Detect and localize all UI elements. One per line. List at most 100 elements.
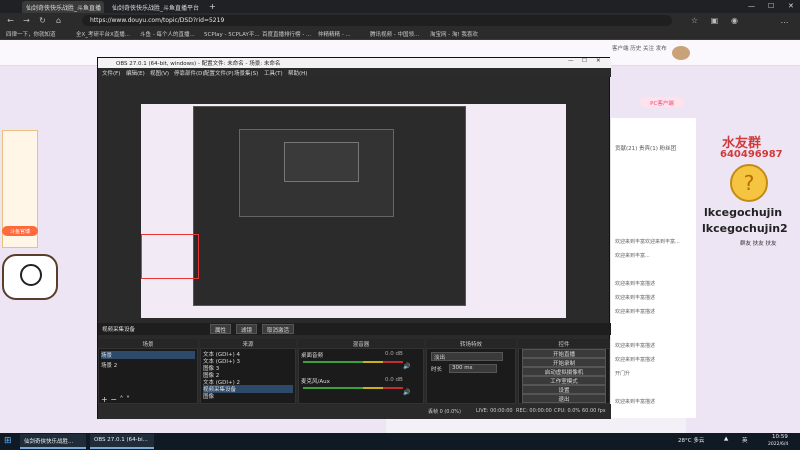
refresh-icon[interactable]: ↻ (38, 16, 47, 25)
chat-message: 欢迎来到丰富描述 (615, 295, 656, 301)
header-link[interactable]: 历史 (630, 46, 641, 52)
menu-profile[interactable]: 配置文件(P) (204, 69, 234, 77)
duration-input[interactable]: 300 ms (449, 364, 497, 373)
sources-dock: 文本 (GDI+) 4 文本 (GDI+) 3 图像 3 图像 2 文本 (GD… (200, 348, 296, 404)
transition-select[interactable]: 淡出 (431, 352, 503, 361)
favorite-link[interactable]: 四律一下，你就知道 (6, 30, 56, 38)
chat-tab[interactable]: 贵宾(1) (639, 146, 658, 152)
handle-text: lkcegochujin2 (702, 222, 788, 235)
rec-time: REC: 00:00:00 (516, 408, 552, 414)
minimize-icon[interactable]: — (568, 58, 574, 64)
windows-start-icon[interactable]: ⊞ (4, 436, 12, 446)
add-scene-icon[interactable]: + − ˄ ˅ (101, 395, 130, 404)
browser-tab[interactable]: 仙剑奇侠快乐战胜_斗鱼直播平台 (108, 1, 202, 13)
track-volume: 0.0 dB (385, 351, 403, 357)
chat-tabs: 贡献(21) 贵宾(1) 粉丝团 (615, 144, 676, 152)
chat-panel: 贡献(21) 贵宾(1) 粉丝团 欢迎来到丰富欢迎来到丰富... 欢迎来到丰富.… (610, 118, 696, 418)
taskbar-edge-app[interactable]: 仙剑奇侠快乐战胜... (20, 434, 86, 449)
transitions-dock-header: 转场特效 (426, 339, 516, 348)
speaker-icon[interactable]: 🔊 (403, 363, 410, 370)
favorite-link[interactable]: 全X_考研平台X直播... (76, 30, 130, 38)
favorite-link[interactable]: 仲精精精 - ... (318, 30, 351, 38)
header-link[interactable]: 客户端 (612, 46, 629, 52)
back-icon[interactable]: ← (6, 16, 15, 25)
favorites-icon[interactable]: ☆ (690, 16, 699, 25)
studio-mode-button[interactable]: 工作室模式 (522, 376, 606, 385)
menu-edit[interactable]: 编辑(E) (126, 69, 145, 77)
taskbar-obs-app[interactable]: OBS 27.0.1 (64-bi... (90, 434, 154, 449)
header-link[interactable]: 关注 (643, 46, 654, 52)
obs-title: OBS 27.0.1 (64-bit, windows) - 配置文件: 未命名… (116, 61, 281, 67)
network-icon[interactable]: ▲ (724, 436, 728, 442)
right-overlay-deco: 水友群 640496987 ? lkcegochujin lkcegochuji… (700, 118, 800, 258)
mixer-dock: 桌面音频 0.0 dB 🔊 麦克风/Aux 0.0 dB 🔊 (298, 348, 424, 404)
source-item[interactable]: 图像 (203, 392, 214, 400)
more-icon[interactable]: … (780, 16, 789, 25)
favorite-link[interactable]: 斗鱼 - 每个人的直播... (140, 30, 195, 38)
pc-client-label: PC客户端 (650, 101, 674, 107)
profile-icon[interactable]: ◉ (730, 16, 739, 25)
maximize-icon[interactable]: ☐ (582, 58, 587, 64)
minimize-icon[interactable]: — (744, 0, 759, 12)
new-tab-icon[interactable]: + (205, 0, 215, 12)
button-label: 取消激活 (267, 328, 290, 334)
start-recording-button[interactable]: 开始录制 (522, 358, 606, 367)
gold-coin-icon: ? (730, 164, 768, 202)
favorite-link[interactable]: 淘宝网 - 淘! 我喜欢 (430, 30, 478, 38)
obs-menu-bar: 文件(F) 编辑(E) 视图(V) 停靠部件(D) 配置文件(P) 场景集(S)… (98, 68, 611, 77)
exit-button[interactable]: 退出 (522, 394, 606, 403)
mixer-track-name: 桌面音频 (301, 351, 323, 359)
weather-widget[interactable]: 28°C 多云 (678, 436, 704, 444)
scene-item[interactable]: 场景 (101, 351, 195, 359)
properties-button[interactable]: 属性 (210, 324, 232, 334)
deactivate-button[interactable]: 取消激活 (262, 324, 295, 334)
favorite-link[interactable]: 百度直播排行榜 - ... (262, 30, 311, 38)
speaker-icon[interactable]: 🔊 (403, 389, 410, 396)
badge: 斗鱼官博 (2, 226, 38, 236)
menu-help[interactable]: 帮助(H) (288, 69, 307, 77)
settings-button[interactable]: 设置 (522, 385, 606, 394)
home-icon[interactable]: ⌂ (54, 16, 63, 25)
input-language[interactable]: 英 (742, 436, 748, 444)
favorite-link[interactable]: 5CPlay - 5CPLAY平... (204, 30, 260, 38)
nested-preview-1 (193, 106, 466, 306)
clock-date[interactable]: 2022/6/4 (768, 442, 788, 447)
obs-window: OBS 27.0.1 (64-bit, windows) - 配置文件: 未命名… (97, 57, 611, 419)
source-item-selected[interactable]: 视频采集设备 (203, 385, 293, 393)
menu-scene-collection[interactable]: 场景集(S) (234, 69, 258, 77)
chat-tab[interactable]: 贡献(21) (615, 146, 637, 152)
selected-source-box[interactable] (141, 234, 199, 279)
start-virtual-camera-button[interactable]: 启动虚拟摄像机 (522, 367, 606, 376)
browser-tab-active[interactable]: 仙剑奇侠快乐战胜_斗鱼直播 (22, 1, 104, 13)
close-icon[interactable]: ✕ (784, 0, 798, 12)
favorite-link[interactable]: 腾讯视频 - 中国领... (370, 30, 419, 38)
pc-client-button[interactable]: PC客户端 (640, 97, 684, 107)
tab-label: 仙剑奇侠快乐战胜_斗鱼直播平台 (112, 5, 200, 12)
collections-icon[interactable]: ▣ (710, 16, 719, 25)
menu-docks[interactable]: 停靠部件(D) (174, 69, 205, 77)
menu-view[interactable]: 视图(V) (150, 69, 169, 77)
menu-tools[interactable]: 工具(T) (264, 69, 283, 77)
obs-preview[interactable] (141, 104, 566, 318)
screen: 仙剑奇侠快乐战胜_斗鱼直播 仙剑奇侠快乐战胜_斗鱼直播平台 + — ☐ ✕ ← … (0, 0, 800, 450)
avatar[interactable] (672, 46, 690, 60)
scene-label: 场景 2 (101, 363, 118, 369)
header-link[interactable]: 发布 (656, 46, 667, 52)
chat-message: 欢迎来到丰富描述 (615, 343, 656, 349)
task-label: 仙剑奇侠快乐战胜... (24, 439, 74, 445)
forward-icon[interactable]: → (22, 16, 31, 25)
scene-item[interactable]: 场景 2 (101, 361, 117, 369)
start-streaming-button[interactable]: 开始直播 (522, 349, 606, 358)
menu-file[interactable]: 文件(F) (102, 69, 120, 77)
taskbar: ⊞ 仙剑奇侠快乐战胜... OBS 27.0.1 (64-bi... 28°C … (0, 433, 800, 450)
clock-time[interactable]: 10:59 (772, 434, 788, 440)
chat-tab[interactable]: 粉丝团 (660, 146, 677, 152)
url-field[interactable]: https://www.douyu.com/topic/DSD?rid=5219 (82, 15, 672, 26)
nested-preview-2 (239, 129, 394, 217)
preview-canvas (141, 104, 566, 318)
filters-button[interactable]: 滤镜 (236, 324, 258, 334)
close-icon[interactable]: ✕ (596, 58, 601, 64)
maximize-icon[interactable]: ☐ (764, 0, 778, 12)
chat-message: 欢迎来到丰富... (615, 253, 650, 259)
favorites-bar: 四律一下，你就知道 全X_考研平台X直播... 斗鱼 - 每个人的直播... 5… (0, 28, 800, 40)
